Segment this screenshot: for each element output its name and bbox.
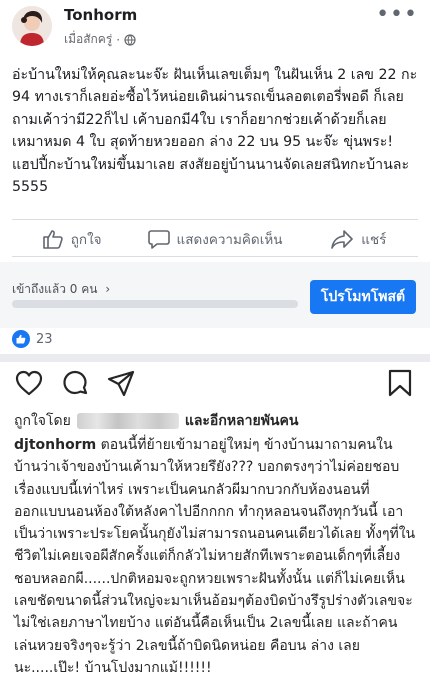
section-separator bbox=[0, 354, 430, 362]
profile-photo bbox=[12, 6, 52, 46]
caption-text: ตอนนี้ที่ย้ายเข้ามาอยู่ใหม่ๆ ข้างบ้านมาถ… bbox=[14, 437, 416, 676]
reaction-summary[interactable]: 23 bbox=[12, 330, 53, 348]
blurred-username bbox=[76, 413, 179, 429]
author-name[interactable]: Tonhorm bbox=[64, 6, 137, 24]
liked-by-prefix: ถูกใจโดย bbox=[14, 413, 71, 429]
post-header: Tonhorm เมื่อสักครู่ · ••• bbox=[0, 0, 430, 58]
liked-by-line[interactable]: ถูกใจโดย และอีกหลายพันคน bbox=[14, 410, 298, 432]
avatar[interactable] bbox=[12, 6, 52, 46]
post-text: อ่ะบ้านใหม่ให้คุณละนะจ๊ะ ฝันเห็นเลขเต็มๆ… bbox=[12, 67, 418, 196]
globe-icon bbox=[124, 33, 136, 46]
boost-panel: เข้าถึงแล้ว 0 คน › โปรโมทโพสต์ bbox=[0, 262, 430, 328]
like-reaction-icon bbox=[12, 330, 30, 348]
divider bbox=[12, 219, 418, 220]
thumbs-up-icon bbox=[16, 334, 26, 344]
post-timestamp[interactable]: เมื่อสักครู่ bbox=[64, 30, 112, 49]
share-arrow-icon bbox=[331, 230, 354, 249]
comment-icon bbox=[147, 230, 170, 249]
heart-icon[interactable] bbox=[14, 368, 44, 398]
comment-button[interactable]: แสดงความคิดเห็น bbox=[143, 224, 286, 254]
send-icon[interactable] bbox=[106, 368, 136, 398]
chevron-right-icon: › bbox=[105, 282, 111, 296]
divider bbox=[12, 256, 418, 257]
bookmark-icon[interactable] bbox=[386, 368, 414, 398]
caption-username[interactable]: djtonhorm bbox=[14, 437, 96, 453]
like-label: ถูกใจ bbox=[70, 232, 102, 248]
reach-progress-bar bbox=[12, 300, 298, 308]
reach-text[interactable]: เข้าถึงแล้ว 0 คน › bbox=[12, 280, 110, 299]
like-button[interactable]: ถูกใจ bbox=[0, 224, 143, 254]
comment-bubble-icon[interactable] bbox=[60, 368, 90, 398]
comment-label: แสดงความคิดเห็น bbox=[176, 232, 283, 248]
share-label: แชร์ bbox=[361, 232, 387, 248]
post-meta: เมื่อสักครู่ · bbox=[64, 30, 136, 49]
thumbs-up-icon bbox=[42, 230, 63, 249]
post-actions: ถูกใจ แสดงความคิดเห็น แชร์ bbox=[0, 224, 430, 254]
boost-post-button[interactable]: โปรโมทโพสต์ bbox=[310, 280, 416, 314]
liked-by-suffix: และอีกหลายพันคน bbox=[184, 413, 299, 429]
reaction-count: 23 bbox=[36, 331, 53, 347]
instagram-caption: djtonhorm ตอนนี้ที่ย้ายเข้ามาอยู่ใหม่ๆ ข… bbox=[14, 434, 418, 679]
more-dots-icon[interactable]: ••• bbox=[376, 2, 418, 27]
share-button[interactable]: แชร์ bbox=[287, 224, 430, 254]
instagram-action-bar bbox=[0, 366, 430, 406]
